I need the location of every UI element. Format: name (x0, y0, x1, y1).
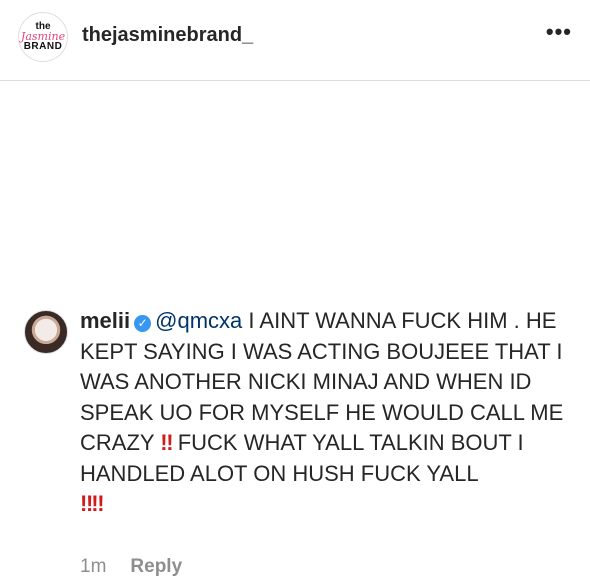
logo-text-brand: BRAND (23, 41, 63, 53)
profile-avatar[interactable]: the Jasmine BRAND (18, 12, 68, 62)
profile-username[interactable]: thejasminebrand_ (82, 24, 253, 47)
double-exclamation-emoji-pair: ‼‼ (80, 491, 105, 516)
mention-link[interactable]: @qmcxa (155, 308, 242, 333)
comment-timestamp: 1m (80, 556, 107, 577)
reply-button[interactable]: Reply (130, 556, 182, 577)
post-header: the Jasmine BRAND thejasminebrand_ ••• (0, 0, 590, 81)
double-exclamation-emoji: ‼ (160, 430, 173, 455)
verified-badge-icon: ✓ (134, 315, 152, 332)
comment-text: melii ✓ @qmcxa I AINT WANNA FUCK HIM . HE … (80, 306, 580, 520)
more-options-icon[interactable]: ••• (546, 21, 572, 43)
comment-meta: 1m Reply (80, 556, 182, 578)
commenter-username[interactable]: melii (80, 308, 130, 333)
commenter-avatar[interactable] (24, 310, 68, 354)
